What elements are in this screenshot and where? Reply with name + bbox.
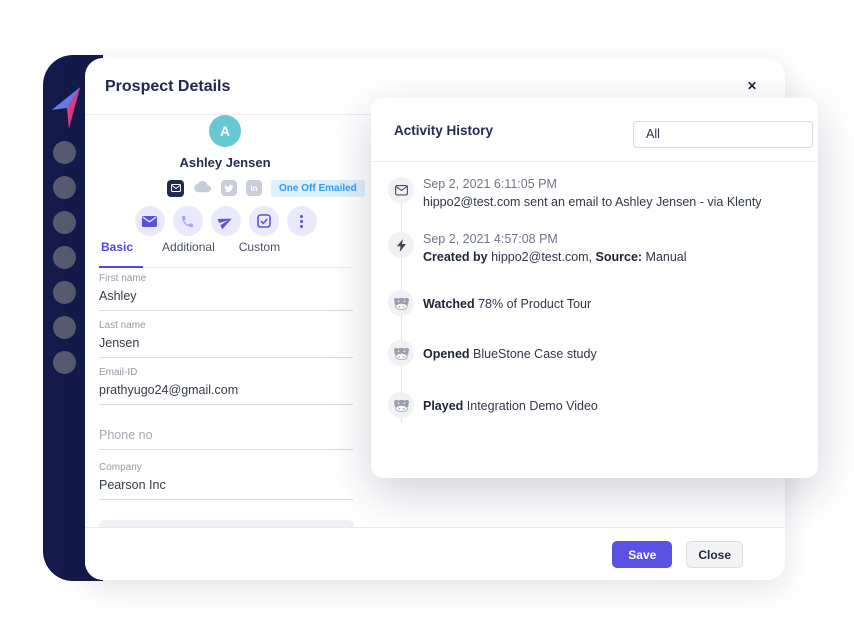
linkedin-glyph: in <box>250 184 257 193</box>
lightning-icon <box>388 232 414 258</box>
kebab-icon[interactable] <box>287 206 317 236</box>
twitter-icon[interactable] <box>221 180 237 196</box>
field-last-name: Last name Jensen <box>99 320 353 358</box>
tabs: Basic Additional Custom <box>99 240 353 268</box>
field-email: Email-ID prathyugo24@gmail.com <box>99 367 353 405</box>
close-button[interactable]: Close <box>686 541 743 568</box>
sidebar-item-7[interactable] <box>53 351 76 374</box>
event-action: Watched <box>423 297 475 311</box>
event-text: 78% of Product Tour <box>475 297 592 311</box>
sidebar-item-3[interactable] <box>53 211 76 234</box>
sidebar-item-1[interactable] <box>53 141 76 164</box>
phone-input[interactable] <box>99 428 353 449</box>
field-label: Email-ID <box>99 367 353 378</box>
field-label: Company <box>99 462 353 473</box>
save-button[interactable]: Save <box>612 541 672 568</box>
social-row: in One Off Emailed <box>167 178 365 198</box>
activity-filter-select[interactable]: All <box>633 121 813 148</box>
field-label: Last name <box>99 320 353 331</box>
sidebar-item-4[interactable] <box>53 246 76 269</box>
timeline-event: Sep 2, 2021 4:57:08 PM Created by hippo2… <box>423 230 808 266</box>
page-title: Prospect Details <box>105 58 230 115</box>
prospect-name: Ashley Jensen <box>125 155 325 170</box>
event-timestamp: Sep 2, 2021 4:57:08 PM <box>423 230 808 248</box>
field-phone <box>99 426 353 450</box>
envelope-icon <box>388 177 414 203</box>
event-text: BlueStone Case study <box>470 347 597 361</box>
sidebar-item-5[interactable] <box>53 281 76 304</box>
timeline-event: Sep 2, 2021 6:11:05 PM hippo2@test.com s… <box>423 175 808 211</box>
hippo-icon <box>388 290 414 316</box>
email-value[interactable]: prathyugo24@gmail.com <box>99 383 353 404</box>
close-icon[interactable]: ✕ <box>747 79 757 93</box>
status-badge: One Off Emailed <box>271 180 365 197</box>
timeline-event: Played Integration Demo Video <box>423 397 808 415</box>
event-text: hippo2@test.com sent an email to Ashley … <box>423 193 808 211</box>
active-tab-underline <box>99 266 143 268</box>
activity-title: Activity History <box>394 123 493 138</box>
activity-history-panel: Activity History All Sep 2, 2021 6:11:05… <box>371 98 818 478</box>
sidebar-item-6[interactable] <box>53 316 76 339</box>
envelope-icon[interactable] <box>135 206 165 236</box>
last-name-value[interactable]: Jensen <box>99 336 353 357</box>
company-value[interactable]: Pearson Inc <box>99 478 353 499</box>
action-row <box>99 206 352 236</box>
canvas: Prospect Details ✕ A Ashley Jensen in On… <box>0 0 854 637</box>
modal-footer: Save Close <box>85 527 785 580</box>
event-text: Created by hippo2@test.com, Source: Manu… <box>423 248 808 266</box>
linkedin-icon[interactable]: in <box>246 180 262 196</box>
activity-header: Activity History All <box>371 98 818 162</box>
event-timestamp: Sep 2, 2021 6:11:05 PM <box>423 175 808 193</box>
field-label: First name <box>99 273 353 284</box>
email-icon[interactable] <box>167 180 184 197</box>
checkbox-icon[interactable] <box>249 206 279 236</box>
event-text: Integration Demo Video <box>463 399 598 413</box>
hippo-icon <box>388 392 414 418</box>
event-action: Opened <box>423 347 470 361</box>
cloud-icon[interactable] <box>193 181 212 195</box>
field-company: Company Pearson Inc <box>99 462 353 500</box>
field-first-name: First name Ashley <box>99 273 353 311</box>
timeline-event: Watched 78% of Product Tour <box>423 295 808 313</box>
avatar: A <box>209 115 241 147</box>
first-name-value[interactable]: Ashley <box>99 289 353 310</box>
tab-additional[interactable]: Additional <box>162 240 215 254</box>
send-icon[interactable] <box>211 206 241 236</box>
event-action: Played <box>423 399 463 413</box>
tab-basic[interactable]: Basic <box>101 240 133 254</box>
tab-custom[interactable]: Custom <box>239 240 280 254</box>
avatar-initial: A <box>220 123 230 139</box>
phone-icon[interactable] <box>173 206 203 236</box>
hippo-icon <box>388 340 414 366</box>
klenty-logo-icon <box>48 83 86 131</box>
timeline-event: Opened BlueStone Case study <box>423 345 808 363</box>
sidebar-item-2[interactable] <box>53 176 76 199</box>
